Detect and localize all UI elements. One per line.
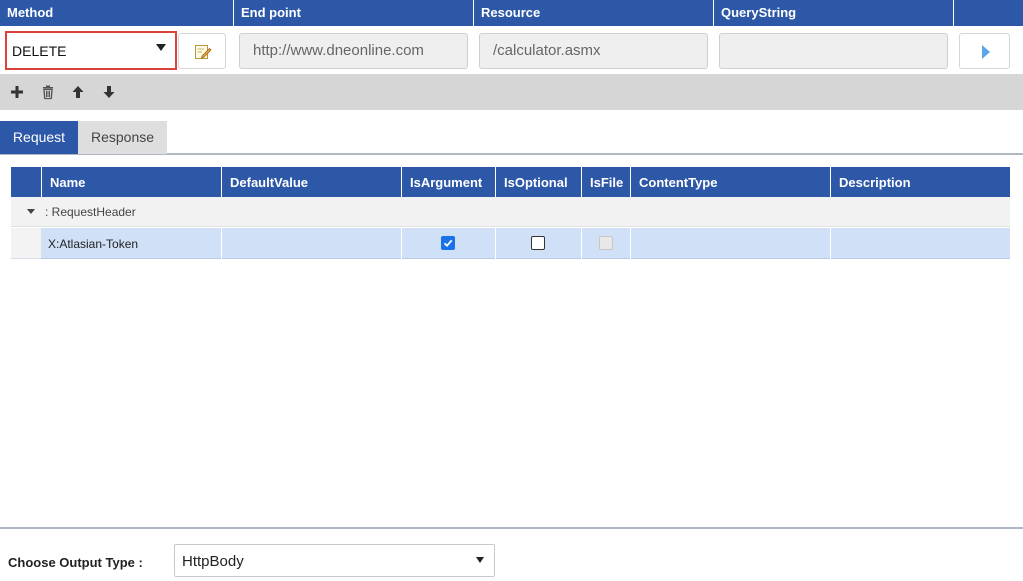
chevron-down-icon bbox=[156, 44, 166, 51]
section-divider bbox=[0, 527, 1023, 529]
cell-isfile bbox=[581, 228, 630, 259]
querystring-input[interactable] bbox=[719, 33, 948, 69]
pencil-note-icon bbox=[195, 45, 212, 59]
arrow-down-icon bbox=[103, 86, 115, 98]
cell-defaultvalue[interactable] bbox=[221, 228, 401, 259]
output-type-value: HttpBody bbox=[182, 553, 244, 570]
group-label: : RequestHeader bbox=[45, 205, 136, 219]
collapse-caret-icon[interactable] bbox=[27, 209, 35, 214]
move-up-button[interactable] bbox=[69, 83, 87, 101]
grid-column-name[interactable]: Name bbox=[41, 167, 222, 197]
request-input-row: DELETE http://www.dneonline.com /calcula… bbox=[0, 26, 1023, 74]
group-row-requestheader[interactable]: : RequestHeader bbox=[11, 197, 1010, 227]
column-header-resource: Resource bbox=[474, 0, 714, 26]
resource-input[interactable]: /calculator.asmx bbox=[479, 33, 708, 69]
grid-column-contenttype[interactable]: ContentType bbox=[630, 167, 830, 197]
edit-method-button[interactable] bbox=[178, 33, 226, 69]
column-header-method: Method bbox=[0, 0, 234, 26]
play-icon bbox=[982, 45, 990, 59]
cell-contenttype[interactable] bbox=[630, 228, 830, 259]
cell-name[interactable]: X:Atlasian-Token bbox=[41, 228, 221, 259]
grid-header: Name DefaultValue IsArgument IsOptional … bbox=[11, 167, 1010, 197]
request-response-tabs: Request Response bbox=[0, 121, 1023, 155]
column-header-querystring: QueryString bbox=[714, 0, 954, 26]
request-header-bar: Method End point Resource QueryString bbox=[0, 0, 1023, 26]
output-type-label: Choose Output Type : bbox=[8, 555, 143, 570]
method-select[interactable]: DELETE bbox=[5, 31, 177, 70]
tab-request[interactable]: Request bbox=[0, 121, 78, 154]
isargument-checkbox[interactable] bbox=[441, 236, 455, 250]
column-header-endpoint: End point bbox=[234, 0, 474, 26]
cell-isoptional bbox=[495, 228, 581, 259]
row-selector[interactable] bbox=[11, 228, 41, 259]
arrow-up-icon bbox=[72, 86, 84, 98]
cell-name-text: X:Atlasian-Token bbox=[48, 237, 139, 251]
plus-icon bbox=[11, 86, 23, 98]
cell-description[interactable] bbox=[830, 228, 1010, 259]
cell-isargument bbox=[401, 228, 495, 259]
grid-column-isfile[interactable]: IsFile bbox=[581, 167, 630, 197]
endpoint-input[interactable]: http://www.dneonline.com bbox=[239, 33, 468, 69]
grid-column-defaultvalue[interactable]: DefaultValue bbox=[221, 167, 401, 197]
delete-parameter-button[interactable] bbox=[39, 83, 57, 101]
parameter-toolbar bbox=[0, 74, 1023, 110]
isoptional-checkbox[interactable] bbox=[531, 236, 545, 250]
output-type-select[interactable]: HttpBody bbox=[174, 544, 495, 577]
checkmark-icon bbox=[443, 239, 453, 248]
tab-response[interactable]: Response bbox=[78, 121, 167, 154]
add-parameter-button[interactable] bbox=[8, 83, 26, 101]
method-select-value: DELETE bbox=[12, 43, 67, 59]
grid-column-isoptional[interactable]: IsOptional bbox=[495, 167, 581, 197]
trash-icon bbox=[43, 85, 53, 100]
isfile-checkbox bbox=[599, 236, 613, 250]
move-down-button[interactable] bbox=[100, 83, 118, 101]
table-row[interactable]: X:Atlasian-Token bbox=[11, 228, 1010, 259]
grid-column-description[interactable]: Description bbox=[830, 167, 1010, 197]
chevron-down-icon bbox=[476, 557, 484, 563]
grid-column-isargument[interactable]: IsArgument bbox=[401, 167, 495, 197]
run-request-button[interactable] bbox=[959, 33, 1010, 69]
table-row-body: X:Atlasian-Token bbox=[41, 228, 1010, 259]
